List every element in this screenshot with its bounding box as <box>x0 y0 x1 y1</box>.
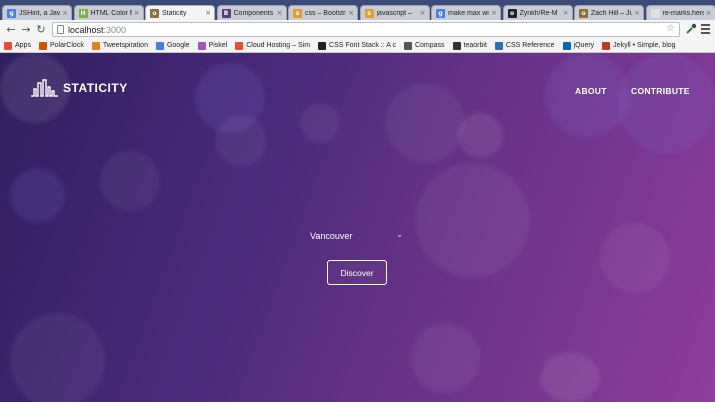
tab-title: re-marks.herok <box>662 9 704 17</box>
address-bar[interactable]: localhost:3000 ☆ <box>52 22 680 37</box>
bookmark-item[interactable]: Piskel <box>197 41 228 50</box>
nav-about-link[interactable]: ABOUT <box>575 86 607 96</box>
tab-title: HTML Color Pick <box>90 9 132 17</box>
tab-close-icon[interactable]: × <box>634 9 640 17</box>
page-icon <box>57 25 64 34</box>
browser-tab[interactable]: re-marks.herok× <box>645 5 715 20</box>
tab-close-icon[interactable]: × <box>62 9 68 17</box>
bookmark-item[interactable]: Jekyll • Simple, blog <box>602 41 676 50</box>
tab-close-icon[interactable]: × <box>134 9 140 17</box>
page-hero: STATICITY ABOUT CONTRIBUTE Vancouver ⌄ D… <box>0 53 715 402</box>
polarclock-icon <box>38 41 47 50</box>
bookmark-item[interactable]: teaorbit <box>452 41 487 50</box>
bookmark-label: Tweetspiration <box>102 42 148 49</box>
jquery-icon <box>562 41 571 50</box>
bookmark-item[interactable]: Cloud Hosting – Sim <box>235 41 311 50</box>
menu-icon[interactable] <box>701 24 710 34</box>
browser-tab[interactable]: s css – Bootstra × <box>288 5 358 20</box>
url-text: localhost:3000 <box>68 24 127 35</box>
cloud-icon <box>235 41 244 50</box>
staticity-logo[interactable]: STATICITY <box>31 79 128 97</box>
browser-tab[interactable]: HHTML Color Pick× <box>73 5 144 20</box>
stackoverflow-icon: s <box>293 8 302 18</box>
bookmark-item[interactable]: jQuery <box>562 41 595 50</box>
tab-close-icon[interactable]: × <box>348 9 354 17</box>
tab-title: javascript – <box>376 9 412 17</box>
bookmark-label: jQuery <box>573 42 595 49</box>
bookmark-item[interactable]: Compass <box>403 41 445 50</box>
google-icon <box>155 41 164 50</box>
chevron-down-icon: ⌄ <box>396 230 403 239</box>
google-icon: g <box>436 8 445 18</box>
compass-icon <box>403 41 412 50</box>
github-icon: o <box>507 8 517 18</box>
tab-close-icon[interactable]: × <box>706 9 712 17</box>
tab-close-icon[interactable]: × <box>420 9 426 17</box>
tab-title: Components <box>233 9 274 17</box>
bookmark-label: Piskel <box>208 42 228 49</box>
back-arrow-icon[interactable]: ← <box>4 22 18 36</box>
staticity-icon: o <box>150 8 159 18</box>
jekyll-icon <box>602 41 611 50</box>
browser-tab[interactable]: o Zach Hill – Ju × <box>574 5 644 20</box>
google-doc-icon: g <box>7 8 16 18</box>
bookmark-item[interactable]: PolarClock <box>38 41 84 50</box>
browser-tab[interactable]: s javascript – × <box>359 5 430 20</box>
page-icon <box>650 8 660 18</box>
city-select-value: Vancouver <box>310 231 353 241</box>
apps-grid-icon <box>4 41 12 50</box>
tab-title: JSHint, a JavaScr <box>19 9 61 17</box>
monkey-icon: o <box>579 8 588 18</box>
bookmark-label: PolarClock <box>49 42 84 49</box>
bookmark-label: Jekyll • Simple, blog <box>613 42 676 49</box>
tab-close-icon[interactable]: × <box>277 9 283 17</box>
eyedropper-extension-icon[interactable] <box>685 23 697 35</box>
bootstrap-icon: B <box>221 8 231 18</box>
bookmark-label: CSS Font Stack :: A c <box>329 42 396 49</box>
reload-icon[interactable]: ↻ <box>34 22 48 36</box>
nav-contribute-link[interactable]: CONTRIBUTE <box>631 86 690 96</box>
fontstack-icon <box>318 41 327 50</box>
browser-tab[interactable]: B Components × <box>216 5 287 20</box>
browser-tab[interactable]: g make max wi × <box>431 5 501 20</box>
teaorbit-icon <box>452 41 461 50</box>
css-reference-icon <box>494 41 503 50</box>
browser-tab[interactable]: o Staticity × <box>145 5 215 20</box>
bookmark-label: Compass <box>414 42 445 49</box>
bookmark-item[interactable]: Apps <box>4 41 31 50</box>
tab-strip: gJSHint, a JavaScr×HHTML Color Pick×oSta… <box>0 0 715 20</box>
bookmark-star-icon[interactable]: ☆ <box>666 23 675 34</box>
tab-close-icon[interactable]: × <box>205 9 211 17</box>
city-select[interactable]: Vancouver ⌄ <box>310 229 406 243</box>
bookmark-label: Google <box>166 42 190 49</box>
stackoverflow-icon: s <box>364 8 374 18</box>
tweet-icon <box>91 41 100 50</box>
bookmarks-bar: Apps PolarClock Tweetspiration Google Piskel… <box>0 39 715 53</box>
tab-title: css – Bootstra <box>305 9 347 17</box>
bookmark-item[interactable]: Tweetspiration <box>91 41 148 50</box>
bookmark-item[interactable]: CSS Font Stack :: A c <box>318 41 396 50</box>
city-skyline-icon <box>31 79 58 97</box>
discover-button[interactable]: Discover <box>327 260 387 285</box>
tab-title: Staticity <box>162 9 187 17</box>
piskel-icon <box>197 41 206 50</box>
tab-close-icon[interactable]: × <box>563 9 569 17</box>
html-color-icon: H <box>78 8 88 18</box>
browser-tab[interactable]: gJSHint, a JavaScr× <box>2 5 72 20</box>
browser-tab[interactable]: o Zynkh/Re-M × <box>502 5 573 20</box>
bookmark-label: Cloud Hosting – Sim <box>246 42 311 49</box>
bookmark-label: teaorbit <box>463 42 487 49</box>
browser-toolbar: ← → ↻ localhost:3000 ☆ <box>0 20 715 39</box>
tab-close-icon[interactable]: × <box>491 9 497 17</box>
tab-title: Zynkh/Re-M <box>519 9 558 17</box>
tab-title: Zach Hill – Ju <box>591 9 633 17</box>
bookmark-item[interactable]: CSS Reference <box>494 41 555 50</box>
logo-text: STATICITY <box>63 81 128 95</box>
bookmark-label: Apps <box>15 42 31 49</box>
tab-title: make max wi <box>448 9 489 17</box>
bookmark-label: CSS Reference <box>505 42 555 49</box>
bookmark-item[interactable]: Google <box>155 41 190 50</box>
forward-arrow-icon[interactable]: → <box>19 22 33 36</box>
